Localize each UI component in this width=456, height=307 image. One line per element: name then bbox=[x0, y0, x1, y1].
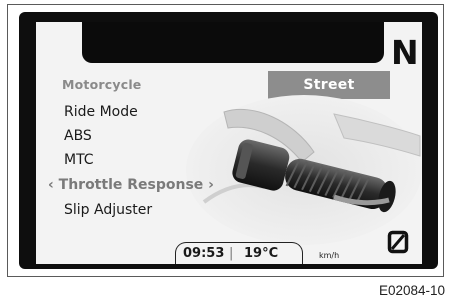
menu-item-ride-mode[interactable]: Ride Mode bbox=[64, 104, 138, 120]
menu-item-throttle-response[interactable]: ‹ Throttle Response › bbox=[48, 177, 214, 193]
status-separator: | bbox=[229, 246, 234, 261]
gear-indicator: N bbox=[391, 33, 419, 72]
menu-item-abs[interactable]: ABS bbox=[64, 128, 92, 144]
menu-item-slip-adjuster[interactable]: Slip Adjuster bbox=[64, 202, 152, 218]
menu-item-mtc[interactable]: MTC bbox=[64, 152, 94, 168]
dashboard-screen: N Motorcycle Street Ride Mode ABS MTC ‹ … bbox=[36, 22, 422, 264]
figure-code: E02084-10 bbox=[378, 283, 445, 298]
zero-slash-icon bbox=[387, 230, 409, 254]
speed-unit-label: km/h bbox=[319, 251, 340, 260]
top-status-bar bbox=[82, 22, 384, 63]
menu-header: Motorcycle bbox=[62, 77, 142, 92]
clock-display: 09:53 bbox=[183, 246, 225, 261]
throttle-grip-illustration bbox=[186, 95, 422, 245]
temperature-display: 19°C bbox=[244, 246, 279, 261]
